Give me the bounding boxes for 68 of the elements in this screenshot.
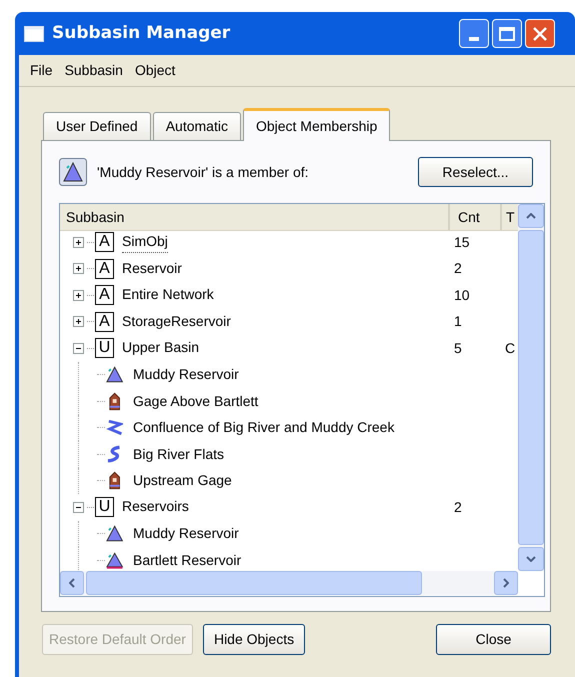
tree-item[interactable]: Reservoirs: [122, 496, 189, 518]
table-cell-text: 2: [453, 498, 463, 517]
tree-item[interactable]: Big River Flats: [133, 444, 224, 465]
group-badge: U: [95, 497, 114, 518]
window-title: Subbasin Manager: [52, 22, 232, 45]
plus-icon: [75, 238, 82, 246]
reservoir-icon: [106, 524, 123, 544]
membership-label: 'Muddy Reservoir' is a member of:: [97, 162, 310, 182]
plus-icon: [75, 265, 82, 272]
group-badge: A: [95, 285, 114, 306]
reselect-button[interactable]: Reselect...: [418, 157, 533, 187]
tree-item[interactable]: Confluence of Big River and Muddy Creek: [133, 417, 394, 438]
menu-item[interactable]: Object: [130, 60, 180, 81]
scroll-down-button[interactable]: [518, 547, 544, 571]
maximize-button[interactable]: [492, 19, 522, 48]
tree-item[interactable]: SimObj: [122, 231, 168, 254]
tree-item[interactable]: Reservoir: [122, 258, 182, 280]
minimize-button[interactable]: [459, 19, 489, 48]
tree-item[interactable]: Muddy Reservoir: [133, 364, 239, 386]
collapse-toggle[interactable]: [73, 342, 84, 354]
table-cell-text: 1: [453, 312, 463, 332]
expand-toggle[interactable]: [73, 316, 84, 328]
tree-item[interactable]: Upstream Gage: [133, 470, 232, 492]
column-header[interactable]: Subbasin: [60, 204, 450, 230]
table-cell-text: 5: [453, 338, 463, 358]
maximize-icon: [499, 26, 515, 40]
expand-toggle[interactable]: [73, 263, 84, 274]
table-cell-text: 2: [453, 259, 463, 278]
scroll-up-button[interactable]: [518, 204, 544, 228]
tree-item[interactable]: StorageReservoir: [122, 310, 231, 333]
group-badge: A: [95, 312, 114, 332]
expand-toggle[interactable]: [73, 236, 84, 248]
tree-item[interactable]: Gage Above Bartlett: [133, 390, 258, 412]
table-cell-text: 15: [453, 232, 471, 252]
scroll-left-button[interactable]: [60, 571, 84, 595]
tree-item[interactable]: Bartlett Reservoir: [133, 550, 242, 571]
tab[interactable]: User Defined: [43, 112, 151, 140]
group-badge: U: [95, 338, 114, 358]
column-header[interactable]: Cnt: [450, 204, 502, 230]
tab[interactable]: Object Membership: [242, 108, 390, 141]
column-header[interactable]: T: [502, 204, 518, 230]
table-cell-text: 10: [453, 286, 471, 305]
junction-icon: [106, 418, 123, 438]
group-badge: A: [95, 258, 114, 279]
menu-item[interactable]: Subbasin: [60, 60, 128, 81]
minimize-icon: [469, 37, 479, 41]
scroll-right-button[interactable]: [494, 571, 518, 595]
dialog-button[interactable]: Hide Objects: [202, 624, 306, 655]
close-icon: [532, 26, 548, 42]
table-cell-text: C: [504, 338, 516, 358]
window-icon: [24, 26, 44, 42]
menu-item[interactable]: File: [25, 60, 58, 81]
horizontal-scrollbar[interactable]: [60, 571, 518, 595]
tab[interactable]: Automatic: [152, 112, 241, 140]
expand-toggle[interactable]: [73, 290, 84, 301]
reservoir-icon: [106, 550, 123, 570]
reservoir-icon: [59, 158, 87, 186]
tree-item[interactable]: Muddy Reservoir: [133, 523, 239, 544]
reservoir-icon: [106, 365, 123, 384]
close-button[interactable]: [525, 19, 555, 48]
plus-icon: [75, 318, 82, 326]
plus-icon: [75, 292, 82, 299]
group-badge: A: [95, 232, 114, 252]
collapse-toggle[interactable]: [73, 502, 84, 513]
tree-item[interactable]: Entire Network: [122, 284, 214, 306]
dialog-button[interactable]: Close: [436, 624, 551, 655]
scroll-thumb[interactable]: [86, 571, 422, 595]
tree-item[interactable]: Upper Basin: [122, 337, 200, 360]
